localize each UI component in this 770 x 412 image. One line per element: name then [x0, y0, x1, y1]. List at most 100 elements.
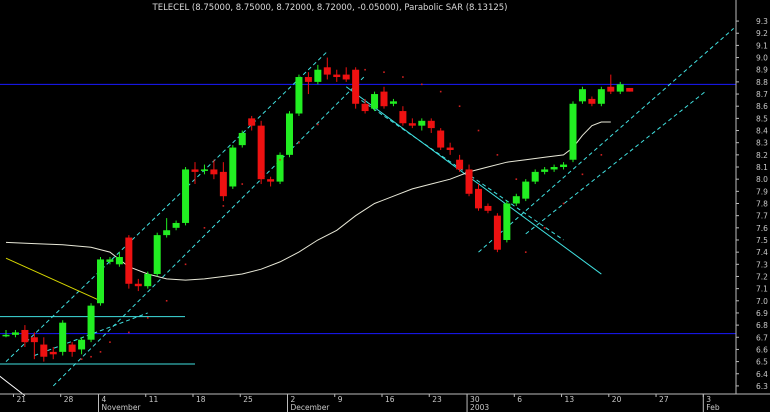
candle-body[interactable]	[115, 257, 123, 265]
candle-body[interactable]	[626, 87, 634, 92]
candle-body[interactable]	[286, 113, 293, 155]
candle-body[interactable]	[342, 74, 350, 80]
candle-body[interactable]	[380, 91, 388, 107]
candle-body[interactable]	[153, 235, 161, 275]
candle-body[interactable]	[399, 111, 407, 124]
candle-body[interactable]	[191, 169, 199, 172]
candle-body[interactable]	[578, 89, 586, 102]
candle-body[interactable]	[200, 169, 208, 171]
candlestick-chart[interactable]: TELECEL (8.75000, 8.75000, 8.72000, 8.72…	[0, 0, 770, 412]
candle-body[interactable]	[361, 103, 369, 112]
sar-dot	[99, 351, 102, 353]
candle-body[interactable]	[352, 69, 360, 104]
candle-body[interactable]	[418, 120, 426, 126]
candle-body[interactable]	[304, 77, 312, 82]
candle-body[interactable]	[210, 169, 218, 175]
candle-body[interactable]	[408, 123, 416, 126]
y-tick-label: 9.3	[756, 17, 768, 26]
sar-dot	[241, 183, 244, 185]
candle-body[interactable]	[276, 154, 284, 182]
trend-line	[345, 86, 602, 275]
candle-body[interactable]	[569, 103, 577, 160]
candle-body[interactable]	[144, 274, 152, 287]
trend-line	[5, 257, 101, 302]
candle-body[interactable]	[493, 215, 501, 250]
sar-dot	[524, 251, 527, 253]
candle-body[interactable]	[560, 164, 568, 168]
x-tick-label: 13	[565, 395, 575, 404]
y-tick-label: 6.6	[756, 345, 768, 354]
trend-line	[5, 51, 328, 362]
candle-body[interactable]	[134, 283, 142, 287]
candle-body[interactable]	[427, 120, 435, 129]
candle-body[interactable]	[475, 188, 482, 209]
candle-body[interactable]	[106, 259, 114, 262]
candle-body[interactable]	[219, 171, 227, 197]
y-tick-label: 8.3	[756, 139, 768, 148]
candles-layer	[2, 57, 634, 362]
candle-body[interactable]	[11, 332, 19, 335]
axes-layer: 6.3 6.4 6.5 6.6 6.7 6.8 6.9 7.0 7.1 7.2 7.3 7.4 7.5 7…	[0, 0, 770, 412]
candle-body[interactable]	[588, 98, 596, 104]
y-tick-label: 7.6	[756, 224, 768, 233]
x-tick-label: 28	[64, 395, 74, 404]
candle-body[interactable]	[550, 167, 558, 170]
candle-body[interactable]	[238, 132, 246, 146]
candle-body[interactable]	[531, 171, 539, 182]
sar-dot	[298, 141, 300, 144]
candle-body[interactable]	[456, 159, 464, 170]
candle-body[interactable]	[21, 329, 29, 343]
sar-dot	[600, 154, 603, 156]
y-tick-label: 7.9	[756, 187, 768, 196]
candle-body[interactable]	[446, 147, 454, 150]
candle-body[interactable]	[267, 179, 275, 182]
candle-body[interactable]	[512, 196, 520, 204]
candle-body[interactable]	[541, 169, 549, 172]
sar-dot	[458, 105, 461, 108]
candle-body[interactable]	[182, 169, 190, 223]
sar-dot	[581, 173, 584, 176]
candle-body[interactable]	[40, 344, 48, 357]
sar-dot	[80, 358, 83, 360]
candle-body[interactable]	[522, 181, 530, 199]
y-tick-label: 6.7	[756, 333, 768, 342]
y-tick-label: 7.2	[756, 272, 768, 281]
candle-body[interactable]	[78, 339, 86, 350]
y-tick-label: 8.1	[756, 163, 768, 172]
y-tick-label: 9.0	[756, 54, 768, 63]
candle-body[interactable]	[295, 77, 303, 114]
candle-body[interactable]	[97, 259, 104, 304]
candle-body[interactable]	[2, 334, 10, 337]
candle-body[interactable]	[437, 130, 445, 148]
horizontal-lines-layer	[0, 83, 736, 365]
sar-dot	[128, 331, 130, 334]
candle-body[interactable]	[597, 89, 605, 104]
candle-body[interactable]	[389, 101, 397, 104]
y-tick-label: 8.6	[756, 102, 768, 111]
candle-body[interactable]	[314, 69, 322, 82]
sar-dot	[364, 68, 366, 71]
candle-body[interactable]	[484, 205, 492, 211]
candle-body[interactable]	[87, 305, 95, 340]
candle-body[interactable]	[248, 118, 256, 126]
candle-body[interactable]	[49, 351, 57, 355]
candle-body[interactable]	[333, 74, 341, 78]
candle-body[interactable]	[125, 237, 133, 284]
trend-line	[478, 28, 734, 253]
candle-body[interactable]	[323, 67, 331, 75]
candle-body[interactable]	[229, 147, 237, 187]
candle-body[interactable]	[163, 230, 171, 236]
candle-body[interactable]	[172, 222, 180, 228]
candle-body[interactable]	[503, 203, 511, 240]
candle-body[interactable]	[30, 337, 38, 343]
candle-body[interactable]	[59, 322, 67, 352]
candle-body[interactable]	[371, 94, 379, 109]
candle-body[interactable]	[616, 84, 624, 92]
x-tick-label: 16	[385, 395, 395, 404]
candle-body[interactable]	[68, 344, 76, 352]
y-tick-label: 8.8	[756, 78, 768, 87]
y-tick-label: 7.0	[756, 297, 768, 306]
candle-body[interactable]	[465, 169, 473, 194]
candle-body[interactable]	[607, 86, 615, 92]
sar-dot	[279, 158, 281, 161]
